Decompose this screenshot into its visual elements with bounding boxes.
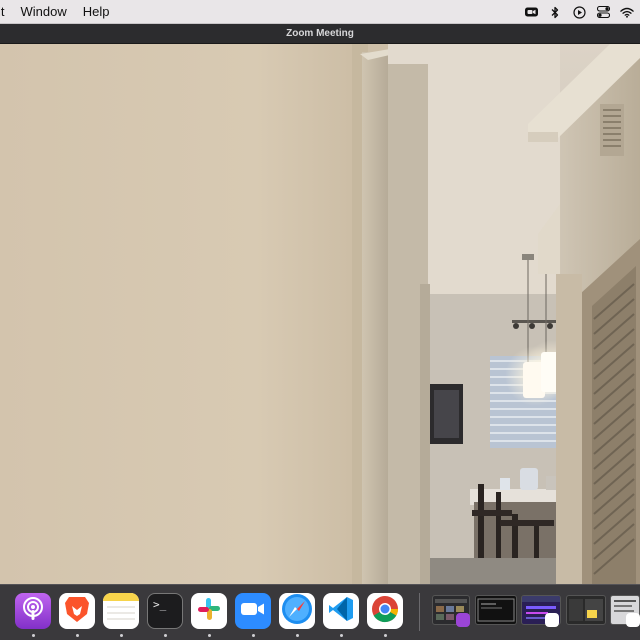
podcasts-app[interactable]	[15, 593, 51, 629]
running-indicator	[32, 634, 35, 637]
slack-app[interactable]	[191, 593, 227, 629]
bluetooth-icon[interactable]	[548, 5, 562, 19]
running-indicator	[164, 634, 167, 637]
window-title: Zoom Meeting	[286, 28, 354, 39]
menu-help[interactable]: Help	[75, 0, 118, 24]
brave-badge-icon	[545, 613, 559, 627]
terminal-app[interactable]: >_	[147, 593, 183, 629]
zoom-camera-icon	[240, 600, 266, 623]
app-badge-icon	[626, 613, 640, 627]
podcasts-badge-icon	[456, 613, 470, 627]
vscode-icon	[327, 595, 355, 628]
brave-lion-icon	[63, 594, 91, 629]
minimized-window-thumbnail[interactable]	[566, 595, 606, 625]
terminal-icon: >_	[153, 598, 167, 611]
running-indicator	[384, 634, 387, 637]
slack-icon	[196, 596, 222, 627]
running-indicator	[76, 634, 79, 637]
menu-edit[interactable]: it	[0, 0, 13, 24]
running-indicator	[340, 634, 343, 637]
notes-icon	[103, 593, 139, 629]
minimized-window-thumbnail[interactable]	[475, 595, 517, 625]
brave-app[interactable]	[59, 593, 95, 629]
menu-window[interactable]: Window	[13, 0, 75, 24]
notes-app[interactable]	[103, 593, 139, 629]
chrome-icon	[370, 594, 400, 629]
dock: >_	[0, 584, 640, 640]
dock-separator	[419, 593, 420, 631]
running-indicator	[120, 634, 123, 637]
running-indicator	[296, 634, 299, 637]
safari-compass-icon	[281, 593, 313, 629]
chrome-app[interactable]	[367, 593, 403, 629]
vscode-app[interactable]	[323, 593, 359, 629]
video-feed[interactable]	[0, 44, 640, 584]
safari-app[interactable]	[279, 593, 315, 629]
camera-scene	[0, 44, 640, 584]
status-menu-area	[524, 0, 634, 24]
wifi-icon[interactable]	[620, 5, 634, 19]
zoom-camera-icon[interactable]	[524, 5, 538, 19]
window-titlebar[interactable]: Zoom Meeting	[0, 24, 640, 44]
running-indicator	[252, 634, 255, 637]
zoom-app[interactable]	[235, 593, 271, 629]
control-center-icon[interactable]	[596, 5, 610, 19]
menu-bar: it Window Help	[0, 0, 640, 24]
podcasts-icon	[20, 596, 46, 627]
play-icon[interactable]	[572, 5, 586, 19]
running-indicator	[208, 634, 211, 637]
